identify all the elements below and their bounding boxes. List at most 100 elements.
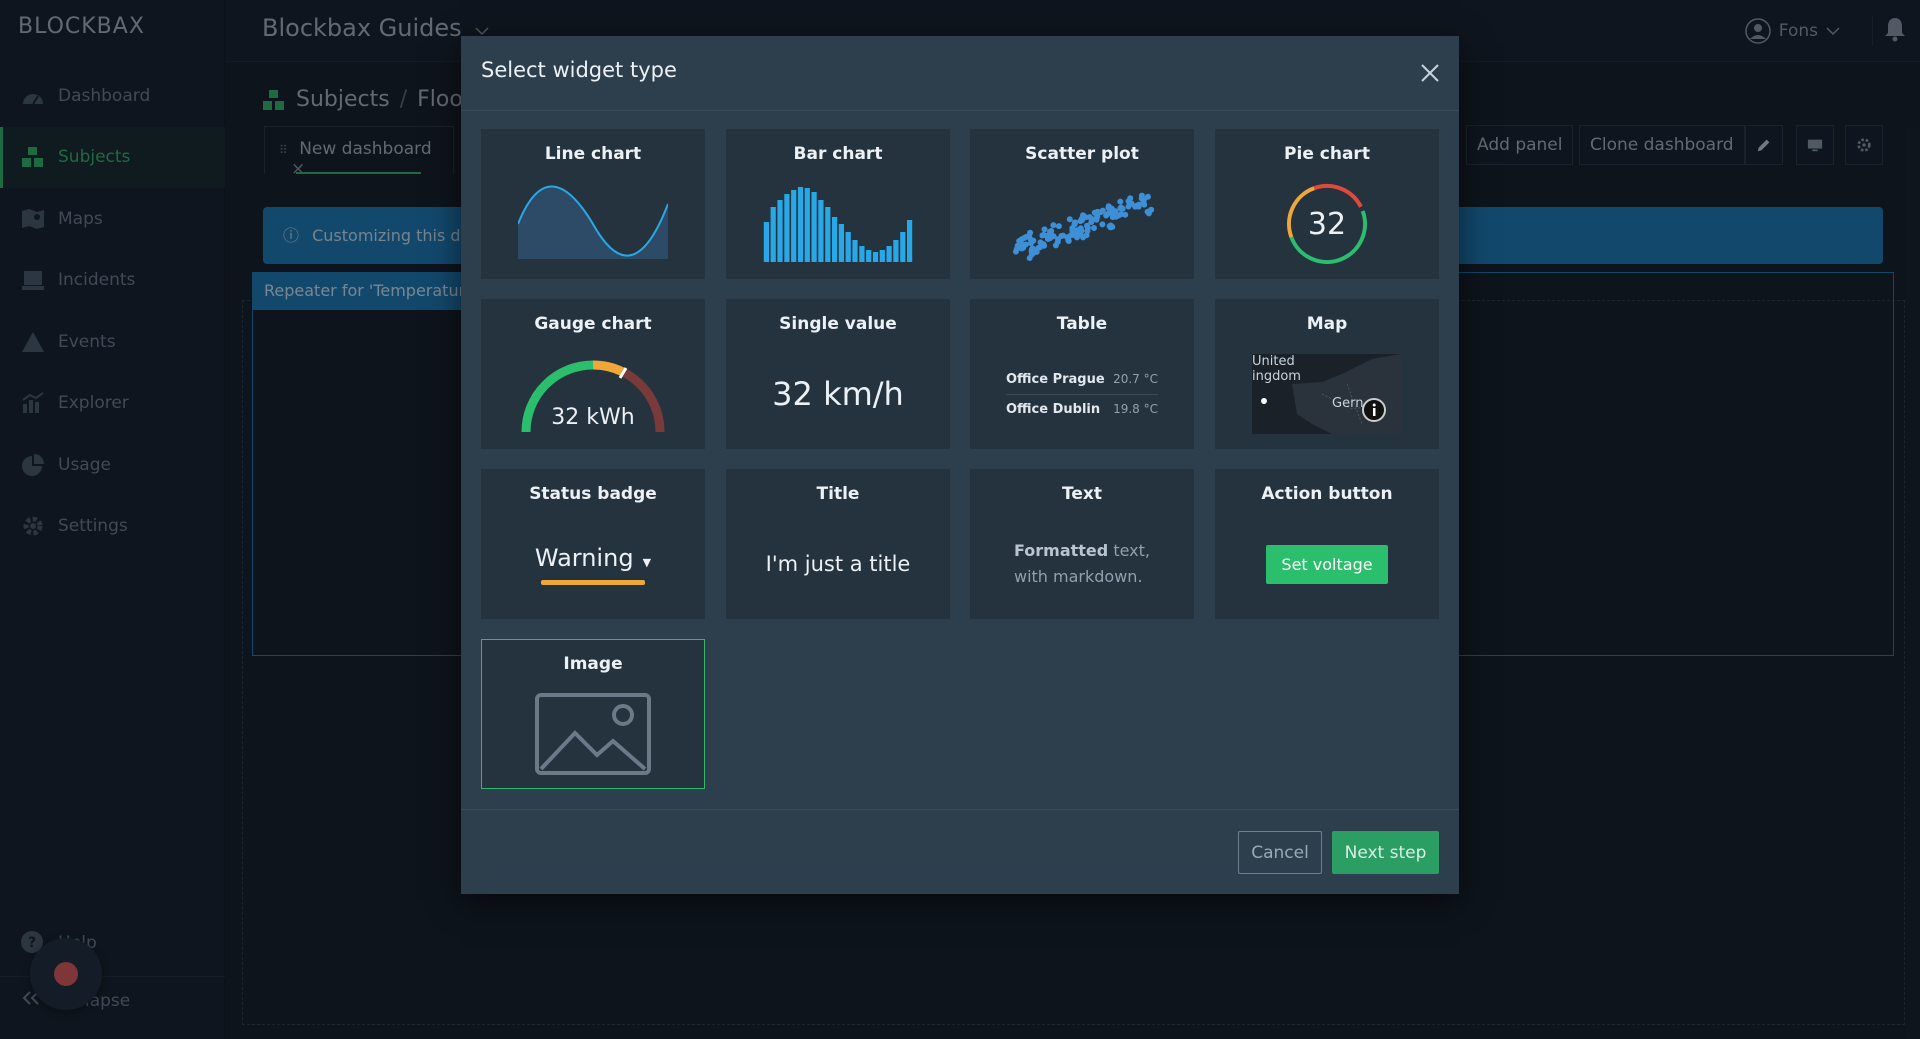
info-icon [1362, 398, 1386, 422]
widget-title: Table [1056, 314, 1108, 334]
scatter-point [1080, 212, 1086, 219]
scatter-point [1117, 198, 1124, 205]
scatter-point [1071, 231, 1077, 238]
scatter-point [1040, 242, 1047, 249]
map-thumbnail: United ingdom Gern [1252, 354, 1402, 434]
scatter-point [1127, 200, 1134, 207]
widget-title: Bar chart [793, 144, 883, 164]
scatter-point [1077, 225, 1084, 232]
scatter-point [1099, 221, 1106, 228]
widget-text[interactable]: Text Formatted text, with markdown. [970, 469, 1194, 619]
scatter-point [1069, 225, 1076, 232]
bar-chart-preview [727, 174, 949, 274]
bar-mark [811, 192, 817, 262]
widget-map[interactable]: Map United ingdom Gern [1215, 299, 1439, 449]
widget-title: Scatter plot [1025, 144, 1139, 164]
image-icon [535, 693, 651, 775]
scatter-point [1077, 218, 1084, 225]
bar-mark [791, 190, 797, 262]
widget-title: Text [1062, 484, 1102, 504]
bar-mark [893, 240, 899, 262]
scatter-point [1028, 246, 1035, 253]
scatter-point [1138, 195, 1145, 202]
cancel-button[interactable]: Cancel [1238, 831, 1322, 874]
title-preview: I'm just a title [727, 514, 949, 614]
widget-title: Status badge [529, 484, 657, 504]
widget-title: Title [816, 484, 860, 504]
scatter-point [1148, 206, 1155, 213]
widget-image[interactable]: Image [481, 639, 705, 789]
select-widget-dialog: Select widget type Line chart Bar chart … [461, 36, 1459, 894]
widget-gauge-chart[interactable]: Gauge chart 32 kWh [481, 299, 705, 449]
pie-chart-preview: 32 [1216, 174, 1438, 274]
modal-header: Select widget type [461, 36, 1459, 111]
scatter-point [1026, 233, 1033, 240]
caret-down-icon: ▼ [642, 555, 652, 569]
gauge-chart-preview: 32 kWh [482, 344, 704, 444]
scatter-point [1118, 204, 1125, 211]
map-label-germany: Gern [1332, 396, 1364, 411]
widget-scatter-plot[interactable]: Scatter plot [970, 129, 1194, 279]
widget-title-text[interactable]: Title I'm just a title [726, 469, 950, 619]
widget-status-badge[interactable]: Status badge Warning ▼ [481, 469, 705, 619]
markdown-bold: Formatted [1014, 541, 1109, 560]
scatter-point [1145, 193, 1151, 200]
table-cell-value: 19.8 °C [1113, 401, 1158, 416]
status-bar [540, 579, 645, 585]
modal-title: Select widget type [481, 58, 677, 82]
next-step-button[interactable]: Next step [1332, 831, 1439, 874]
widget-title: Gauge chart [534, 314, 652, 334]
bar-mark [804, 188, 810, 262]
bar-mark [907, 220, 913, 262]
widget-single-value[interactable]: Single value 32 km/h [726, 299, 950, 449]
scatter-point [1107, 224, 1114, 231]
widget-line-chart[interactable]: Line chart [481, 129, 705, 279]
status-value: Warning [534, 543, 634, 572]
scatter-point [1094, 213, 1101, 220]
bar-mark [797, 187, 804, 262]
bar-mark [770, 207, 776, 262]
scatter-point [1091, 225, 1097, 231]
title-preview-text: I'm just a title [765, 552, 911, 576]
bar-mark [838, 224, 844, 262]
scatter-point [1108, 205, 1115, 212]
scatter-point [1041, 226, 1048, 233]
widget-title: Single value [779, 314, 897, 334]
markdown-line2: with markdown. [1014, 567, 1143, 586]
widget-bar-chart[interactable]: Bar chart [726, 129, 950, 279]
gauge-value: 32 kWh [551, 405, 634, 430]
widget-pie-chart[interactable]: Pie chart 32 [1215, 129, 1439, 279]
bar-mark [900, 232, 906, 262]
widget-table[interactable]: Table Office Prague 20.7 °C Office Dubli… [970, 299, 1194, 449]
scatter-point [1043, 232, 1050, 239]
widget-title: Pie chart [1284, 144, 1370, 164]
set-voltage-button: Set voltage [1266, 544, 1388, 584]
single-value-preview: 32 km/h [727, 344, 949, 444]
text-preview: Formatted text, with markdown. [971, 514, 1193, 614]
widget-action-button[interactable]: Action button Set voltage [1215, 469, 1439, 619]
modal-footer: Cancel Next step [461, 809, 1459, 894]
table-cell-value: 20.7 °C [1113, 371, 1158, 386]
scatter-point [1083, 232, 1090, 239]
markdown-rest: text, [1108, 541, 1150, 560]
scatter-point [1050, 222, 1057, 229]
widget-title: Map [1306, 314, 1348, 334]
pie-value: 32 [1308, 207, 1346, 242]
scatter-point [1020, 244, 1027, 251]
single-value-text: 32 km/h [772, 375, 904, 413]
bar-mark [852, 240, 858, 262]
scatter-point [1065, 235, 1071, 241]
table-cell-name: Office Dublin [1006, 401, 1101, 417]
close-button[interactable] [1415, 58, 1445, 88]
close-icon [1421, 64, 1439, 82]
scatter-point [1117, 211, 1124, 218]
bar-mark [777, 200, 783, 262]
scatter-point [1135, 203, 1142, 210]
bar-mark [859, 246, 865, 262]
bar-mark [879, 250, 885, 262]
scatter-plot-preview [971, 174, 1193, 274]
line-chart-preview [482, 174, 704, 274]
scatter-point [1066, 216, 1073, 223]
map-preview: United ingdom Gern [1216, 344, 1438, 444]
bar-mark [763, 222, 769, 262]
